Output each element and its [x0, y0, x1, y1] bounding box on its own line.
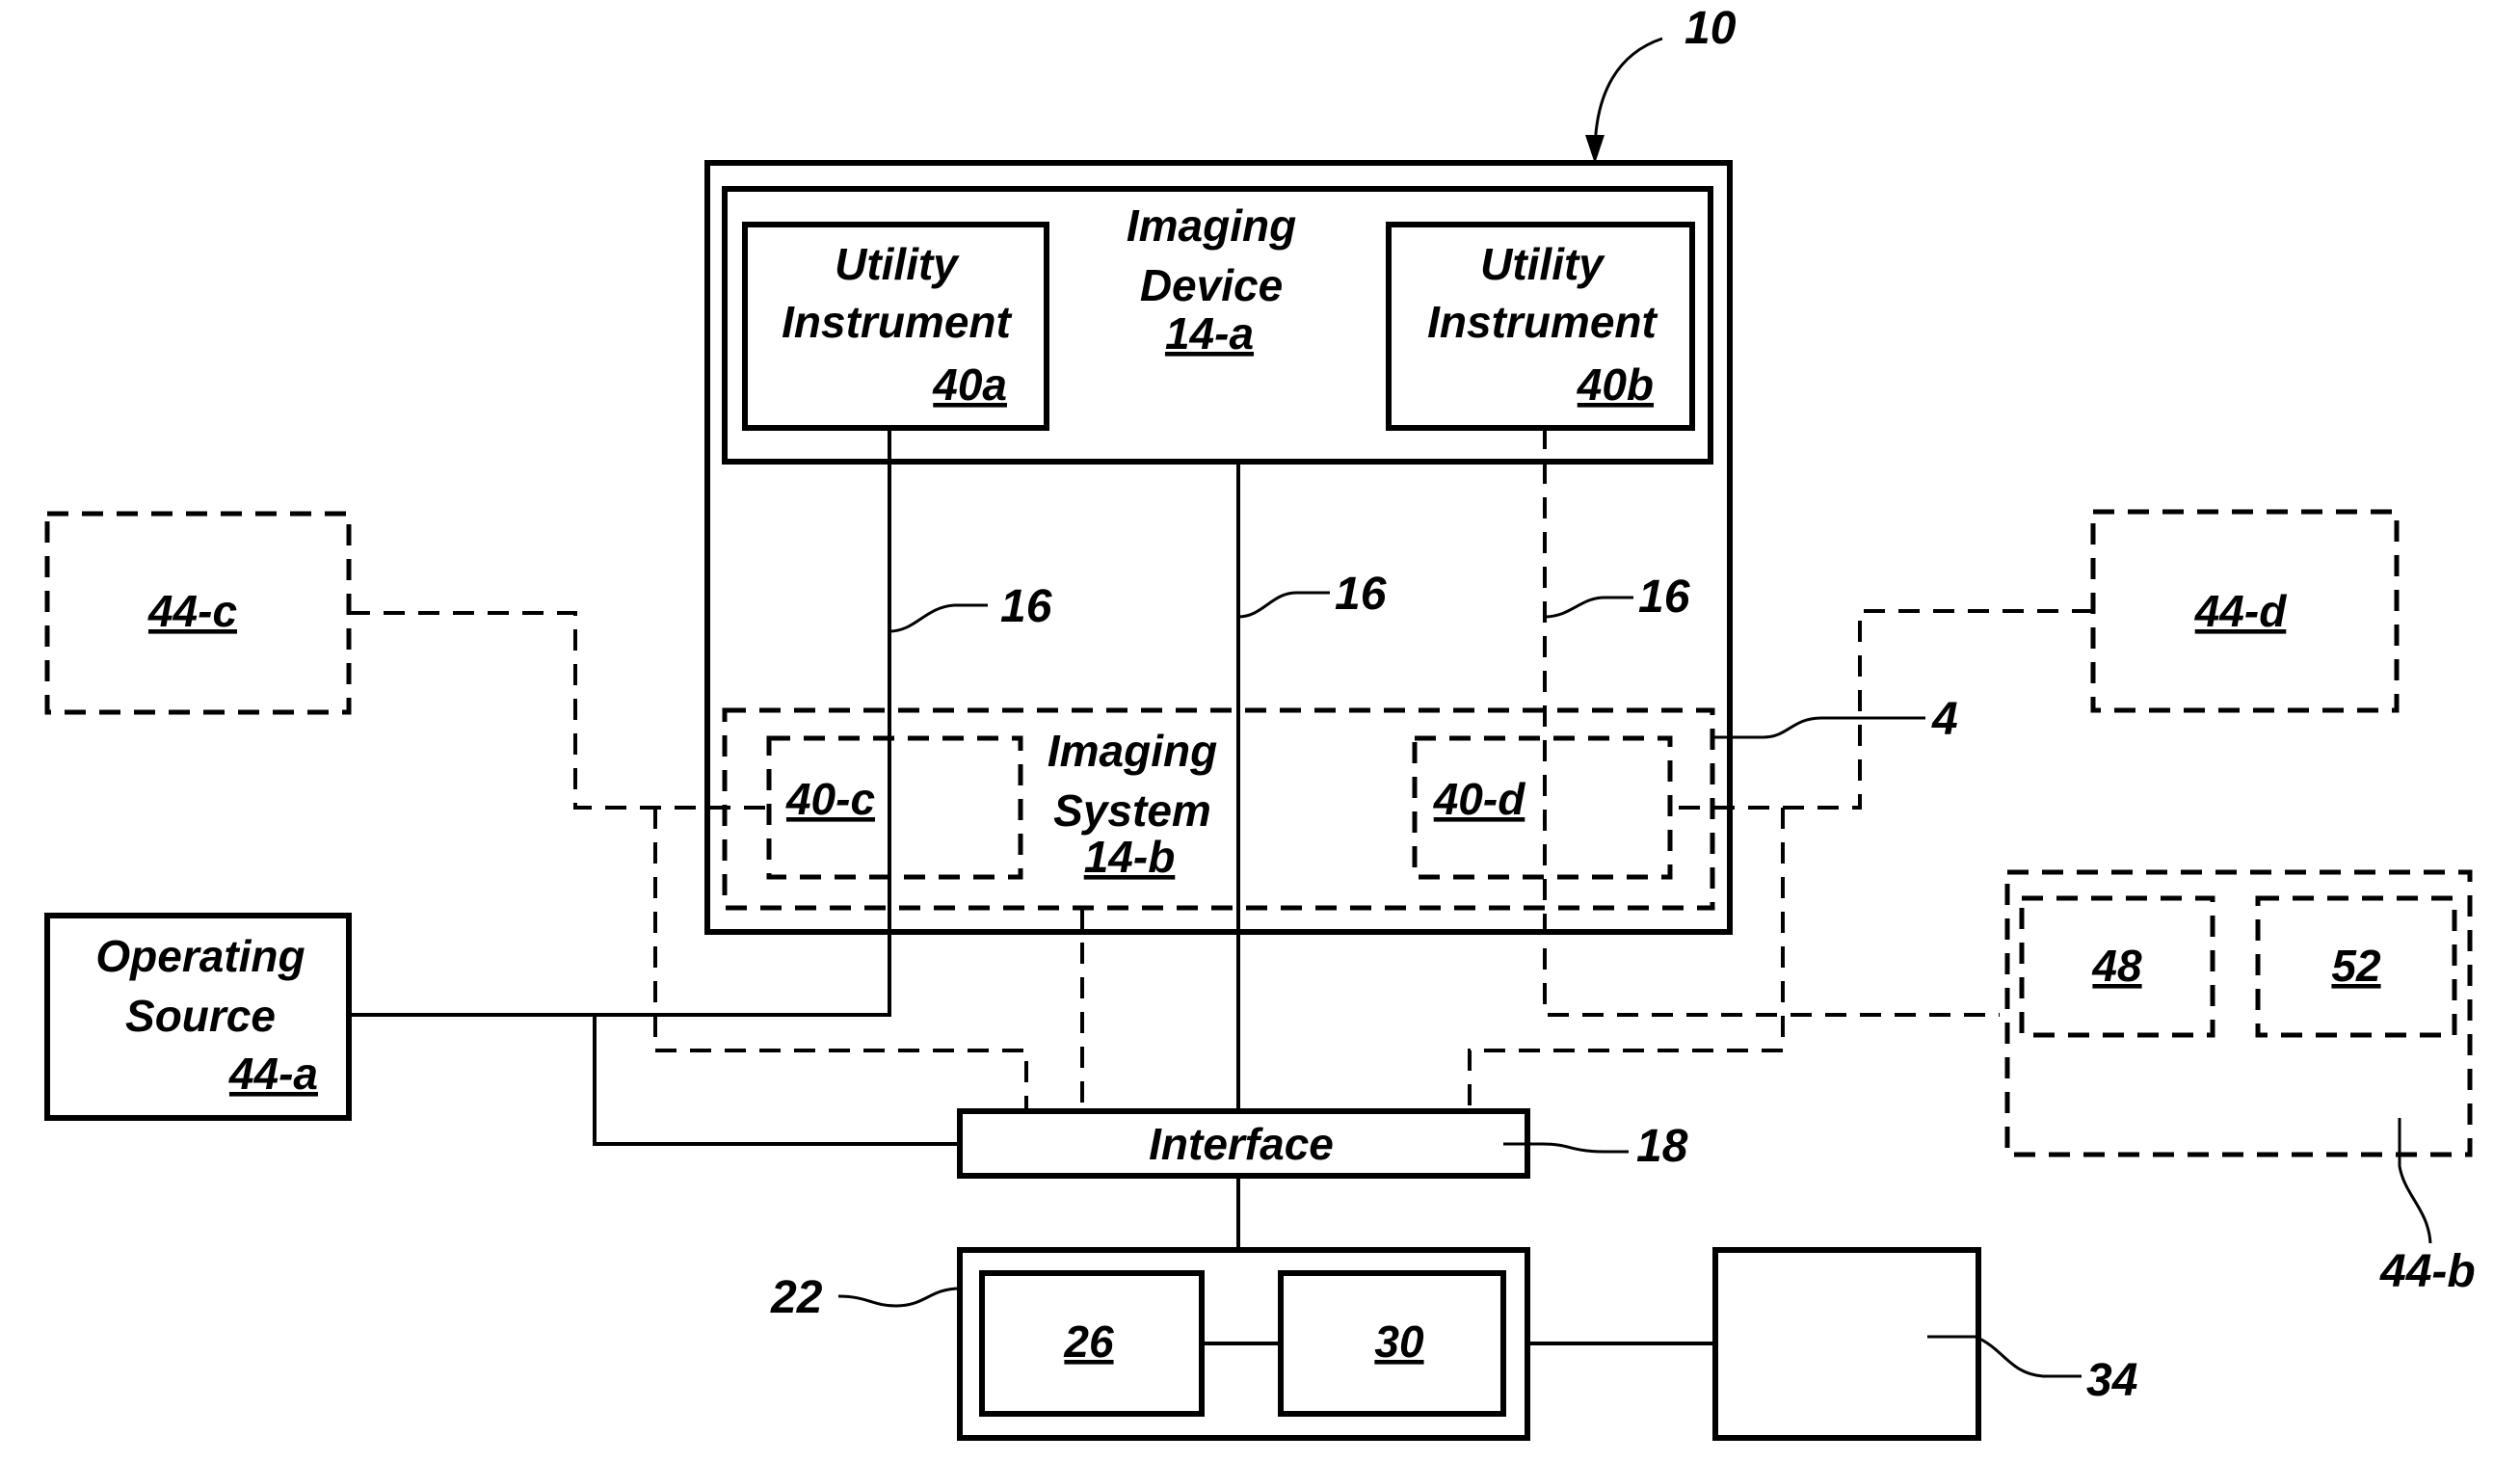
ext-d-ref: 44-d: [2194, 586, 2287, 636]
ref-16-a: 16: [1000, 581, 1052, 632]
leader-18: [1503, 1142, 1629, 1154]
external-device-b: 48 52 44-b: [2004, 869, 2476, 1297]
leader-16-b: [1544, 596, 1633, 619]
system-diagram: 10 Imaging Device 14-a Utility Instrumen…: [44, 3, 2476, 1441]
imaging-device-ref: 14-a: [1165, 308, 1254, 359]
leader-16-center: [1237, 591, 1330, 619]
utility-a-line1: Utility: [835, 239, 960, 289]
imaging-device-line1: Imaging: [1127, 200, 1296, 251]
output-ref: 34: [2086, 1355, 2137, 1406]
operating-source-line2: Source: [125, 991, 276, 1041]
link-44d-40d: [1670, 609, 2093, 810]
component-30-label: 30: [1374, 1316, 1424, 1367]
component-52-label: 52: [2331, 941, 2381, 991]
link-44d-interface: [1468, 808, 1785, 1108]
ref-16-center: 16: [1335, 569, 1387, 620]
interface-box: Interface 18: [957, 1108, 1688, 1250]
utility-b-line2: Instrument: [1427, 297, 1658, 347]
leader-34: [1927, 1335, 2082, 1378]
arrow-head-icon: [1585, 135, 1605, 164]
interface-ref: 18: [1636, 1121, 1688, 1172]
operating-source-ref: 44-a: [228, 1049, 318, 1099]
utility-instrument-a: Utility Instrument 40a: [742, 222, 1049, 431]
ext-c-ref: 44-c: [147, 586, 237, 636]
imaging-system-line1: Imaging: [1048, 726, 1217, 776]
link-44c-interface: [653, 808, 1028, 1108]
component-48-label: 48: [2091, 941, 2142, 991]
leader-16-a: [889, 603, 988, 633]
system-callout: 10: [1585, 3, 1737, 164]
utility-b-ref: 40b: [1577, 359, 1654, 410]
utility-instrument-b: Utility Instrument 40b: [1386, 222, 1695, 431]
imaging-device-line2: Device: [1140, 260, 1283, 310]
utility-a-ref: 40a: [932, 359, 1007, 410]
operating-source-line1: Operating: [95, 931, 305, 981]
ext-b-ref: 44-b: [2379, 1246, 2476, 1297]
controller-box: 26 30 22: [770, 1247, 1530, 1441]
connection-line-a: [349, 428, 891, 1017]
imaging-system-line2: System: [1053, 785, 1211, 836]
operating-source-box: Operating Source 44-a: [44, 913, 960, 1146]
imaging-system-ref: 14-b: [1084, 832, 1176, 882]
system-ref: 10: [1684, 3, 1737, 54]
leader-4: [1712, 716, 1925, 739]
ref-16-b: 16: [1638, 572, 1690, 623]
sub-c-ref: 40-c: [785, 774, 875, 824]
leader-22: [837, 1287, 961, 1308]
external-device-d: 44-d: [1468, 509, 2400, 1108]
output-device-box: 34: [1527, 1247, 2137, 1441]
link-source-interface: [593, 1015, 960, 1146]
imaging-system-callout: 4: [1931, 694, 1958, 745]
leader-44b: [2398, 1118, 2432, 1244]
utility-b-line1: Utility: [1480, 239, 1605, 289]
controller-ref: 22: [770, 1272, 823, 1323]
sub-instrument-c: 40-c: [766, 735, 1023, 880]
sub-d-ref: 40-d: [1433, 774, 1525, 824]
utility-a-line2: Instrument: [782, 297, 1012, 347]
sub-instrument-d: 40-d: [1412, 735, 1673, 880]
component-26-label: 26: [1063, 1316, 1114, 1367]
interface-label: Interface: [1149, 1119, 1334, 1169]
